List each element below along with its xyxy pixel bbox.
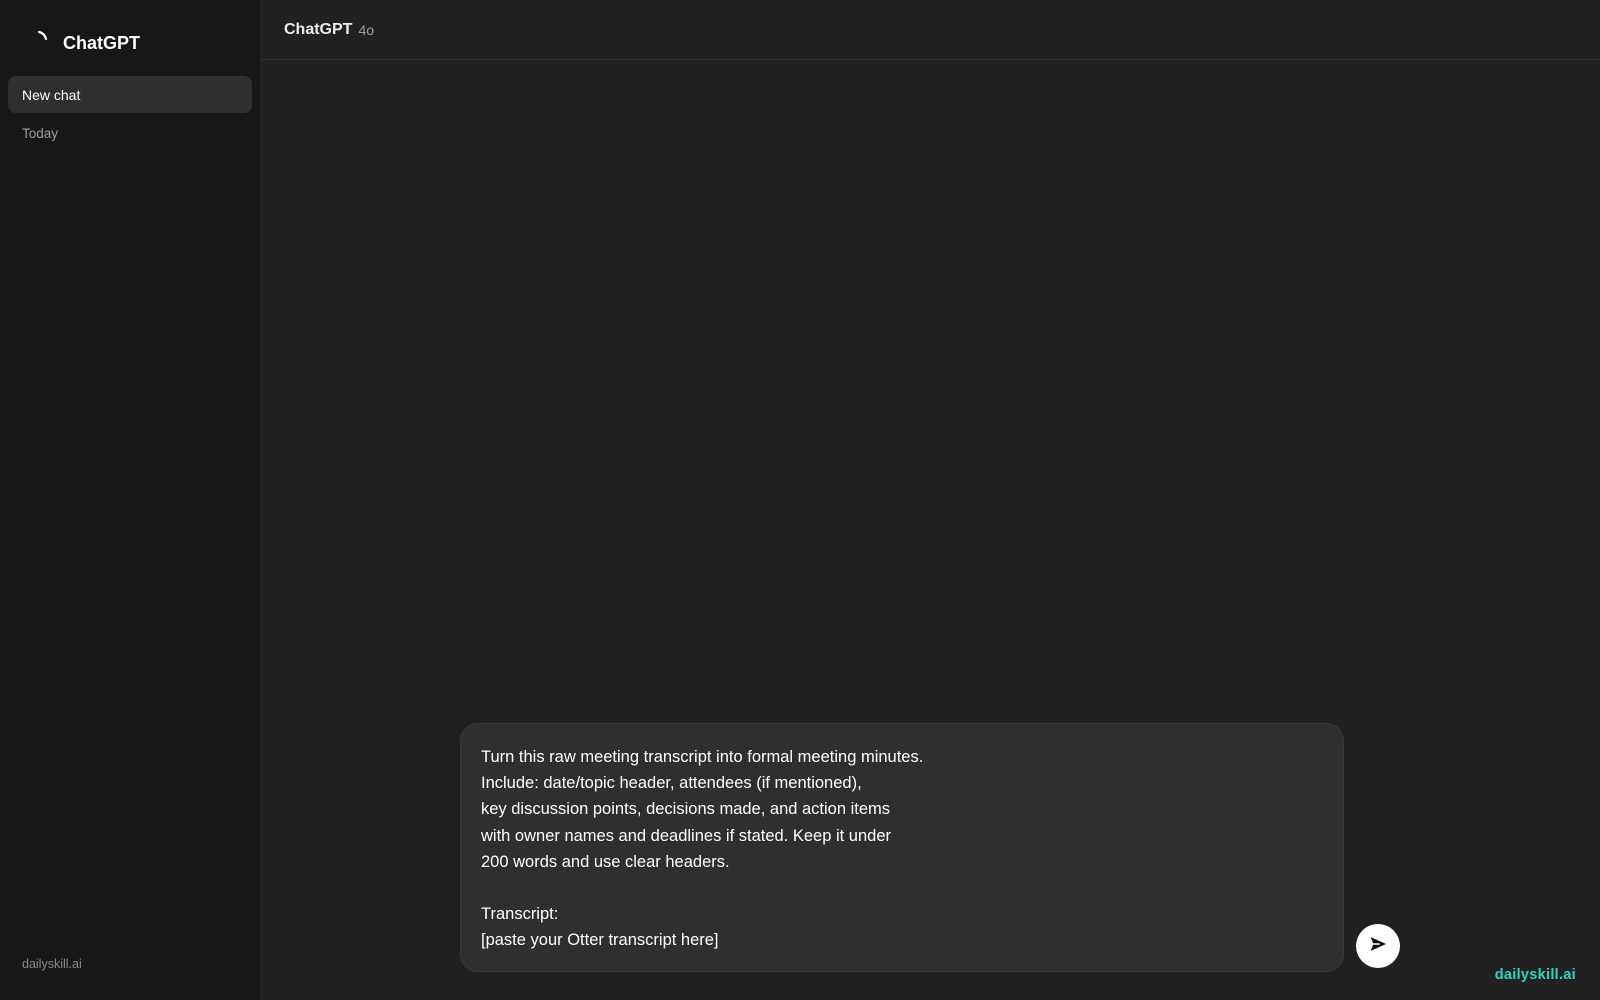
app-window: ChatGPT New chat Today dailyskill.ai Cha… [0, 0, 1600, 1000]
loading-spinner-icon [36, 30, 50, 44]
model-version[interactable]: 4o [358, 22, 374, 38]
brand[interactable]: ChatGPT [36, 28, 140, 58]
main-panel: ChatGPT 4o Turn this raw meeting transcr… [260, 0, 1600, 1000]
model-name[interactable]: ChatGPT [284, 21, 352, 39]
message-input[interactable]: Turn this raw meeting transcript into fo… [481, 744, 1323, 954]
send-arrow-icon [1368, 934, 1388, 959]
section-label-today: Today [22, 126, 59, 141]
message-composer: Turn this raw meeting transcript into fo… [460, 723, 1344, 972]
brand-name: ChatGPT [63, 32, 141, 53]
new-chat-label: New chat [22, 86, 81, 103]
sidebar: ChatGPT New chat Today dailyskill.ai [0, 0, 260, 1000]
top-bar: ChatGPT 4o [260, 0, 1600, 60]
sidebar-footer-text: dailyskill.ai [22, 957, 82, 971]
watermark-text: dailyskill.ai [1494, 967, 1576, 983]
send-button[interactable] [1356, 924, 1400, 968]
new-chat-button[interactable]: New chat [8, 76, 252, 113]
